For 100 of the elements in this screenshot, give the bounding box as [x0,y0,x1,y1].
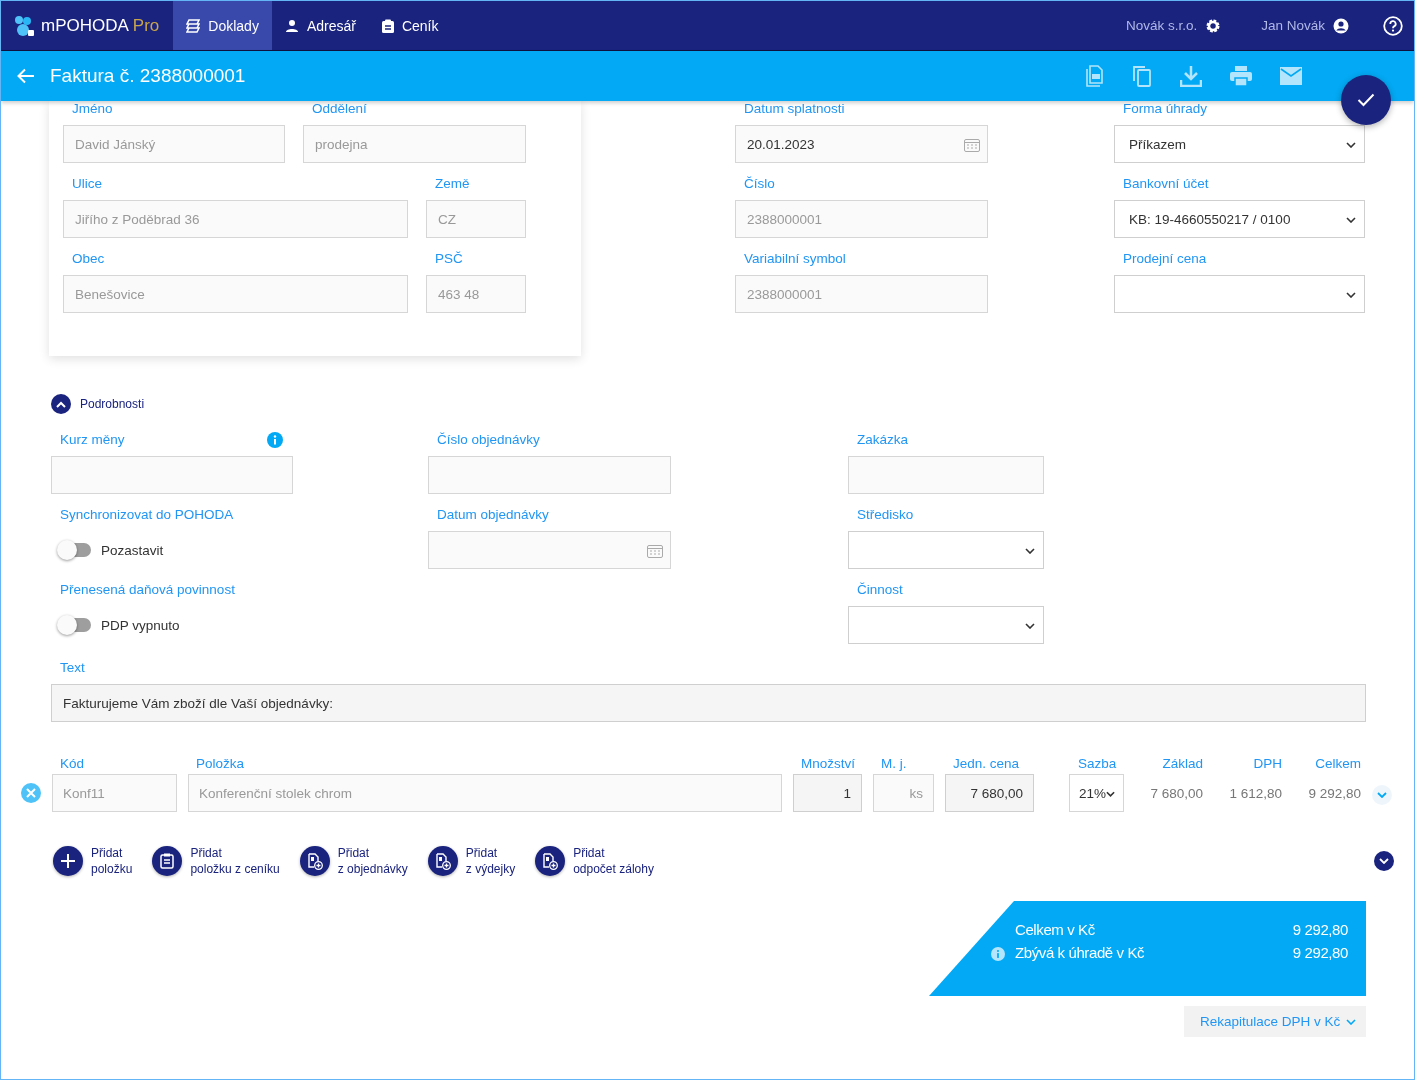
toggle-switch[interactable] [59,543,91,557]
chevron-icon [56,400,66,408]
field-label: Kurz měny [59,432,125,448]
chevron-down-icon [1025,623,1035,629]
expand-row-button[interactable] [1372,785,1392,805]
input-field[interactable] [51,456,293,494]
user-avatar-icon[interactable] [1333,17,1349,34]
dropdown[interactable]: 21% [1069,774,1124,812]
chevron-down-icon [1346,292,1356,298]
app-edition: Pro [132,15,160,36]
calendar-icon [964,138,980,152]
field-label: Prodejní cena [1122,251,1208,267]
dropdown[interactable] [848,606,1044,644]
save-button[interactable] [1341,75,1391,125]
field-label: PSČ [434,251,464,267]
dropdown[interactable] [848,531,1044,569]
column-header: DPH [1252,755,1282,771]
field-label: Variabilní symbol [743,251,847,267]
logo-icon [13,14,35,37]
copy-icon[interactable] [1132,65,1152,87]
document-add-icon [542,852,559,870]
field-label: Jméno [71,101,114,117]
back-arrow-icon[interactable] [17,68,35,84]
chevron-down-icon [1346,142,1356,148]
field-label: Text [59,660,86,676]
nav-tab[interactable]: Ceník [368,1,452,50]
field-label: Oddělení [311,101,368,117]
dropdown[interactable]: Příkazem [1114,125,1365,163]
app-name: mPOHODA [41,15,129,36]
clipboard-icon [381,18,394,33]
field-label: Středisko [856,507,914,523]
toggle-switch[interactable] [59,618,91,632]
field-label: Datum splatnosti [743,101,846,117]
checkmark-icon [1357,93,1375,107]
input-field[interactable]: 1 [793,774,862,812]
help-icon[interactable] [1383,15,1403,36]
chevron-down-icon [1346,217,1356,223]
amount-text: 7 680,00 [1149,785,1203,801]
user-name[interactable]: Jan Novák [1261,18,1325,33]
column-header: Celkem [1314,755,1361,771]
text-input[interactable]: Fakturujeme Vám zboží dle Vaší objednávky: [51,684,1366,722]
dropdown[interactable]: KB: 19-4660550217 / 0100 [1114,200,1365,238]
plus-icon [61,854,75,868]
add-action-link[interactable]: Přidat z výdejky [427,845,516,877]
dropdown[interactable] [1114,275,1365,313]
email-icon[interactable] [1280,67,1302,85]
settings-icon[interactable] [1205,17,1222,34]
nav-tab[interactable]: Adresář [271,1,369,50]
add-action-link[interactable]: Přidat položku [53,845,133,877]
chevron-icon [1346,1018,1356,1025]
document-add-icon [434,852,451,870]
company-name[interactable]: Novák s.r.o. [1125,18,1198,33]
section-title: Podrobnosti [80,397,145,411]
total-value: 9 292,80 [1292,944,1348,961]
field-label: Činnost [856,582,903,598]
column-header: Sazba [1077,755,1118,771]
clipboard-icon [160,853,175,869]
date-field[interactable] [428,531,671,569]
nav-tab[interactable]: Doklady [173,1,272,50]
info-icon[interactable] [267,432,283,448]
download-icon[interactable] [1180,65,1202,87]
field-label: Zakázka [856,432,909,448]
field-label: Synchronizovat do POHODA [59,507,234,523]
total-label: Celkem v Kč [1015,921,1096,938]
field-label: Země [434,176,471,192]
column-header: Jedn. cena [952,755,1021,771]
document-add-icon [306,852,323,870]
total-value: 9 292,80 [1292,921,1348,938]
field-label: Obec [71,251,106,267]
document-icon[interactable] [1086,65,1104,87]
remove-icon[interactable] [21,783,41,803]
field-label: Přenesená daňová povinnost [59,582,235,598]
input-field[interactable] [428,456,671,494]
print-icon[interactable] [1230,66,1252,86]
add-action-link[interactable]: Přidat položku z ceníku [152,845,280,877]
toggle-label: Pozastavit [101,542,164,558]
expand-all-button[interactable] [1374,851,1394,871]
total-label: Zbývá k úhradě v Kč [1015,944,1146,961]
field-label: Forma úhrady [1122,101,1209,117]
add-action-link[interactable]: Přidat z objednávky [299,845,408,877]
collapse-button[interactable] [51,394,71,414]
input-field[interactable]: 7 680,00 [945,774,1034,812]
column-header: M. j. [880,755,908,771]
person-icon [284,18,299,33]
chevron-icon [1377,792,1387,798]
document-title: Faktura č. 2388000001 [50,65,246,87]
column-header: Množství [800,755,856,771]
chevron-down-icon [1025,548,1035,554]
amount-text: 9 292,80 [1307,785,1361,801]
field-label: Datum objednávky [436,507,549,523]
chevron-down-icon [1379,858,1389,864]
field-label: Bankovní účet [1122,176,1210,192]
field-label: Číslo objednávky [436,432,540,448]
amount-text: 1 612,80 [1228,785,1282,801]
date-field[interactable]: 20.01.2023 [735,125,988,163]
input-field[interactable] [848,456,1044,494]
info-icon[interactable] [991,947,1005,961]
field-label: Ulice [71,176,103,192]
column-header: Základ [1161,755,1203,771]
add-action-link[interactable]: Přidat odpočet zálohy [535,845,654,877]
